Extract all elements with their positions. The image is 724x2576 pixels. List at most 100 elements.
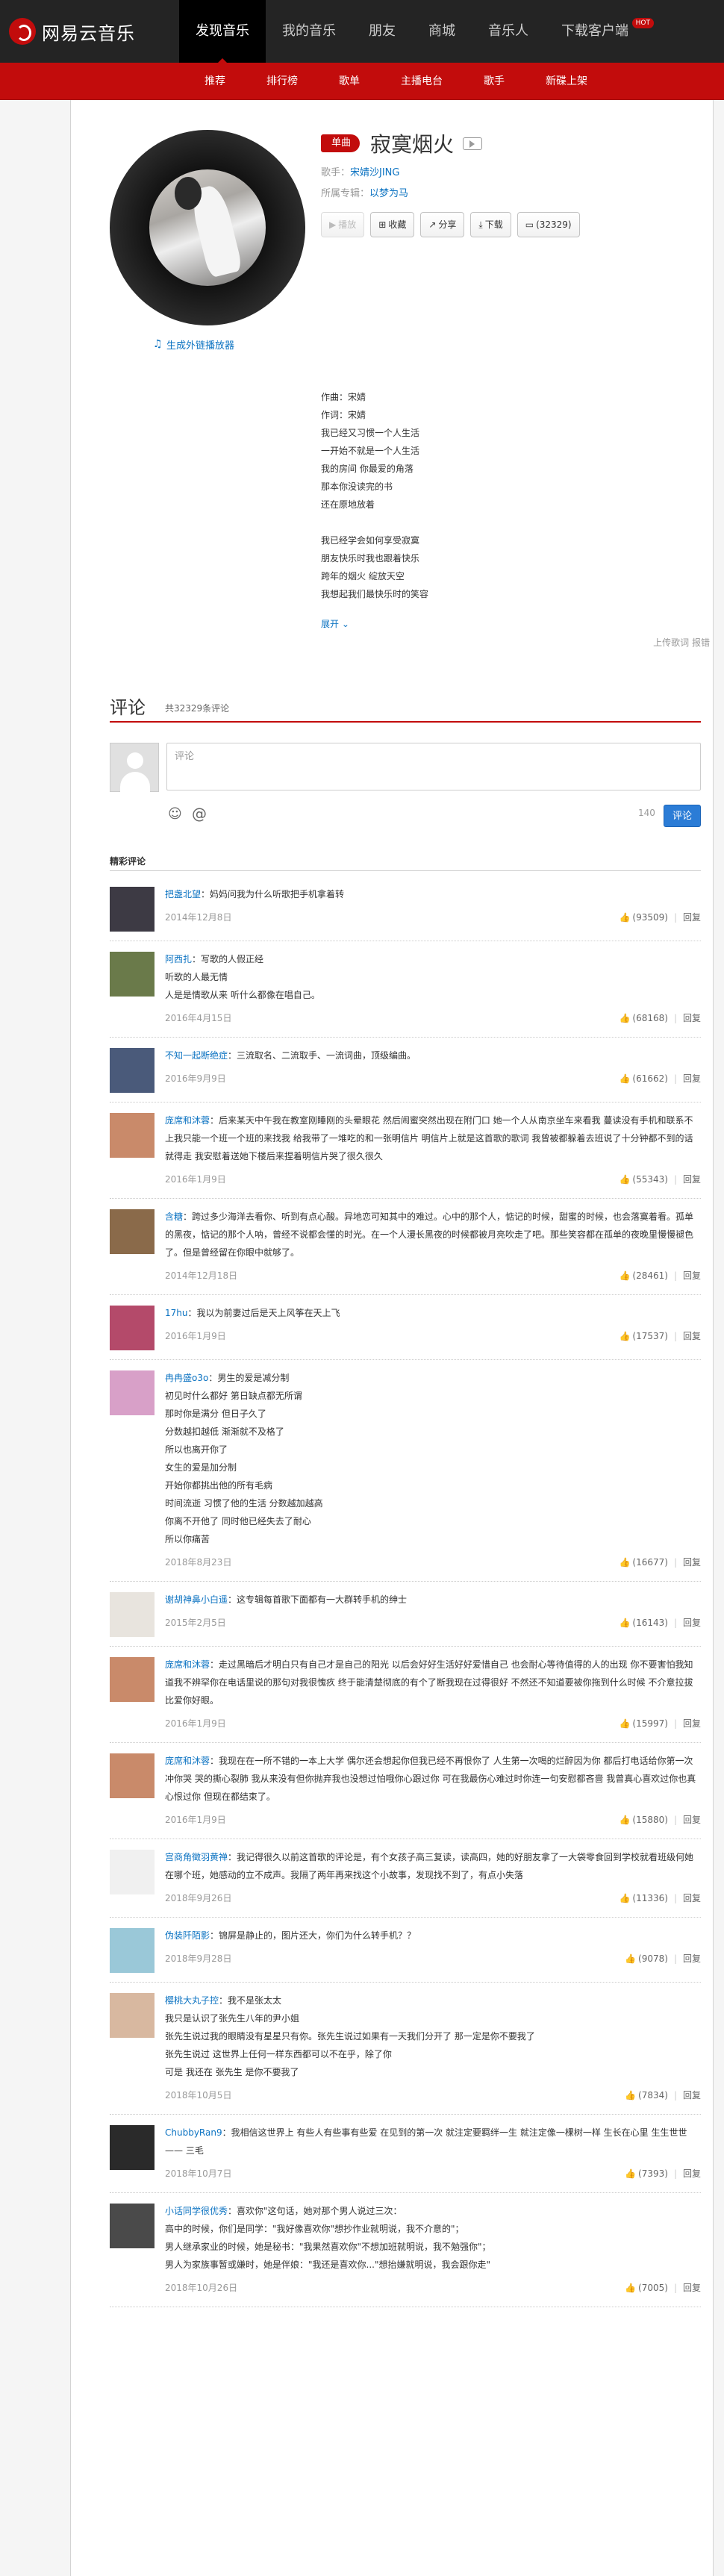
- reply-button[interactable]: 回复: [683, 1953, 701, 1964]
- reply-button[interactable]: 回复: [683, 2168, 701, 2179]
- like-count: (93509): [632, 912, 668, 923]
- avatar[interactable]: [110, 1592, 155, 1637]
- subnav-recommend[interactable]: 推荐: [191, 72, 239, 91]
- comment-user[interactable]: 不知一起断绝症: [165, 1050, 228, 1061]
- mv-icon[interactable]: [463, 137, 483, 150]
- download-button[interactable]: ⤓ 下载: [470, 212, 511, 237]
- like-button[interactable]: 👍 (55343): [619, 1174, 668, 1185]
- like-button[interactable]: 👍 (7834): [625, 2090, 668, 2101]
- play-button[interactable]: ▶ 播放: [321, 212, 365, 237]
- like-count: (17537): [632, 1331, 668, 1341]
- like-button[interactable]: 👍 (68168): [619, 1013, 668, 1023]
- comment-time: 2018年8月23日: [165, 1557, 232, 1568]
- comment-button[interactable]: ▭ (32329): [517, 212, 580, 237]
- subnav-charts[interactable]: 排行榜: [253, 72, 311, 91]
- reply-button[interactable]: 回复: [683, 1073, 701, 1084]
- reply-button[interactable]: 回复: [683, 2283, 701, 2293]
- like-button[interactable]: 👍 (16677): [619, 1557, 668, 1568]
- comment-content: 这专辑每首歌下面都有一大群转手机的绅士: [237, 1594, 408, 1605]
- avatar[interactable]: [110, 1209, 155, 1254]
- reply-button[interactable]: 回复: [683, 912, 701, 923]
- brand-logo[interactable]: 网易云音乐: [9, 16, 135, 46]
- avatar[interactable]: [110, 1657, 155, 1702]
- like-button[interactable]: 👍 (93509): [619, 912, 668, 923]
- like-button[interactable]: 👍 (7393): [625, 2168, 668, 2179]
- like-button[interactable]: 👍 (15880): [619, 1815, 668, 1825]
- comment-text: 伪装阡陌影：锦屏是静止的，图片还大，你们为什么转手机？？: [165, 1927, 701, 1945]
- comment-user[interactable]: 宫商角徵羽黄禅: [165, 1852, 228, 1862]
- comment-user[interactable]: 樱桃大丸子控: [165, 1995, 219, 2006]
- avatar[interactable]: [110, 1370, 155, 1415]
- comment-actions: 👍 (16143) | 回复: [619, 1615, 701, 1631]
- subnav-playlists[interactable]: 歌单: [325, 72, 373, 91]
- comment-user[interactable]: 小话同学很优秀: [165, 2206, 228, 2216]
- reply-button[interactable]: 回复: [683, 1331, 701, 1341]
- comment-user[interactable]: ChubbyRan9: [165, 2127, 222, 2138]
- reply-button[interactable]: 回复: [683, 1270, 701, 1281]
- comment-user[interactable]: 含糖: [165, 1211, 183, 1222]
- reply-button[interactable]: 回复: [683, 1815, 701, 1825]
- comment-user[interactable]: 伪装阡陌影: [165, 1930, 210, 1941]
- reply-button[interactable]: 回复: [683, 1893, 701, 1903]
- reply-button[interactable]: 回复: [683, 1718, 701, 1729]
- comment-actions: 👍 (93509) | 回复: [619, 909, 701, 926]
- nav-download-client[interactable]: 下载客户端 HOT: [545, 0, 658, 63]
- comment-input[interactable]: 评论: [166, 743, 701, 790]
- like-button[interactable]: 👍 (11336): [619, 1893, 668, 1903]
- comment-user[interactable]: 把盏北望: [165, 889, 201, 899]
- share-button[interactable]: ↗ 分享: [420, 212, 465, 237]
- subnav-radio[interactable]: 主播电台: [387, 72, 456, 91]
- album-link[interactable]: 以梦为马: [369, 188, 408, 199]
- like-button[interactable]: 👍 (17537): [619, 1331, 668, 1341]
- singer-label: 歌手：: [321, 167, 351, 178]
- avatar[interactable]: [110, 2125, 155, 2170]
- divider: |: [673, 1013, 677, 1023]
- nav-my-music[interactable]: 我的音乐: [266, 0, 352, 63]
- at-icon[interactable]: @: [192, 805, 207, 823]
- reply-button[interactable]: 回复: [683, 1557, 701, 1568]
- like-button[interactable]: 👍 (9078): [625, 1953, 668, 1964]
- reply-button[interactable]: 回复: [683, 1013, 701, 1023]
- subnav-new-albums[interactable]: 新碟上架: [532, 72, 601, 91]
- avatar[interactable]: [110, 1113, 155, 1158]
- send-comment-button[interactable]: 评论: [664, 805, 701, 827]
- like-button[interactable]: 👍 (16143): [619, 1618, 668, 1628]
- avatar[interactable]: [110, 1048, 155, 1093]
- nav-musician[interactable]: 音乐人: [472, 0, 545, 63]
- like-button[interactable]: 👍 (7005): [625, 2283, 668, 2293]
- comment-user[interactable]: 庞席和沐蓉: [165, 1659, 210, 1670]
- nav-mall[interactable]: 商城: [412, 0, 472, 63]
- comment-content: 走过黑暗后才明白只有自己才是自己的阳光 以后会好好生活好好爱惜自己 也会耐心等待…: [165, 1659, 693, 1706]
- avatar[interactable]: [110, 1850, 155, 1894]
- avatar[interactable]: [110, 1753, 155, 1798]
- avatar[interactable]: [110, 952, 155, 997]
- avatar[interactable]: [110, 2204, 155, 2248]
- comment-user[interactable]: 17hu: [165, 1308, 187, 1318]
- comment-user[interactable]: 庞席和沐蓉: [165, 1756, 210, 1766]
- emoji-icon[interactable]: ☺: [168, 806, 182, 822]
- expand-lyrics-link[interactable]: 展开 ⌄: [321, 615, 349, 633]
- reply-button[interactable]: 回复: [683, 2090, 701, 2101]
- comment-user[interactable]: 庞席和沐蓉: [165, 1115, 210, 1126]
- like-button[interactable]: 👍 (15997): [619, 1718, 668, 1729]
- nav-friends[interactable]: 朋友: [352, 0, 412, 63]
- favorite-button[interactable]: ⊞ 收藏: [370, 212, 415, 237]
- reply-button[interactable]: 回复: [683, 1174, 701, 1185]
- avatar[interactable]: [110, 1993, 155, 2038]
- avatar[interactable]: [110, 1306, 155, 1350]
- avatar[interactable]: [110, 1928, 155, 1973]
- ext-player-link[interactable]: ♫ 生成外链播放器: [153, 337, 234, 352]
- comment-user[interactable]: 阿西扎: [165, 954, 192, 964]
- like-button[interactable]: 👍 (61662): [619, 1073, 668, 1084]
- reply-button[interactable]: 回复: [683, 1618, 701, 1628]
- comment-user[interactable]: 谢胡神鼻小白遥: [165, 1594, 228, 1605]
- nav-discover[interactable]: 发现音乐: [179, 0, 266, 63]
- ext-player-label: 生成外链播放器: [166, 340, 235, 352]
- comment-user[interactable]: 冉冉盛o3o: [165, 1373, 208, 1383]
- subnav-artists[interactable]: 歌手: [470, 72, 518, 91]
- comment-content: 男生的爱是减分制 初见时什么都好 第日缺点都无所谓 那时你是满分 但日子久了 分…: [165, 1373, 323, 1544]
- avatar[interactable]: [110, 887, 155, 932]
- singer-link[interactable]: 宋婧沙JING: [350, 167, 399, 178]
- like-button[interactable]: 👍 (28461): [619, 1270, 668, 1281]
- upload-lyrics-link[interactable]: 上传歌词 报错: [653, 636, 710, 649]
